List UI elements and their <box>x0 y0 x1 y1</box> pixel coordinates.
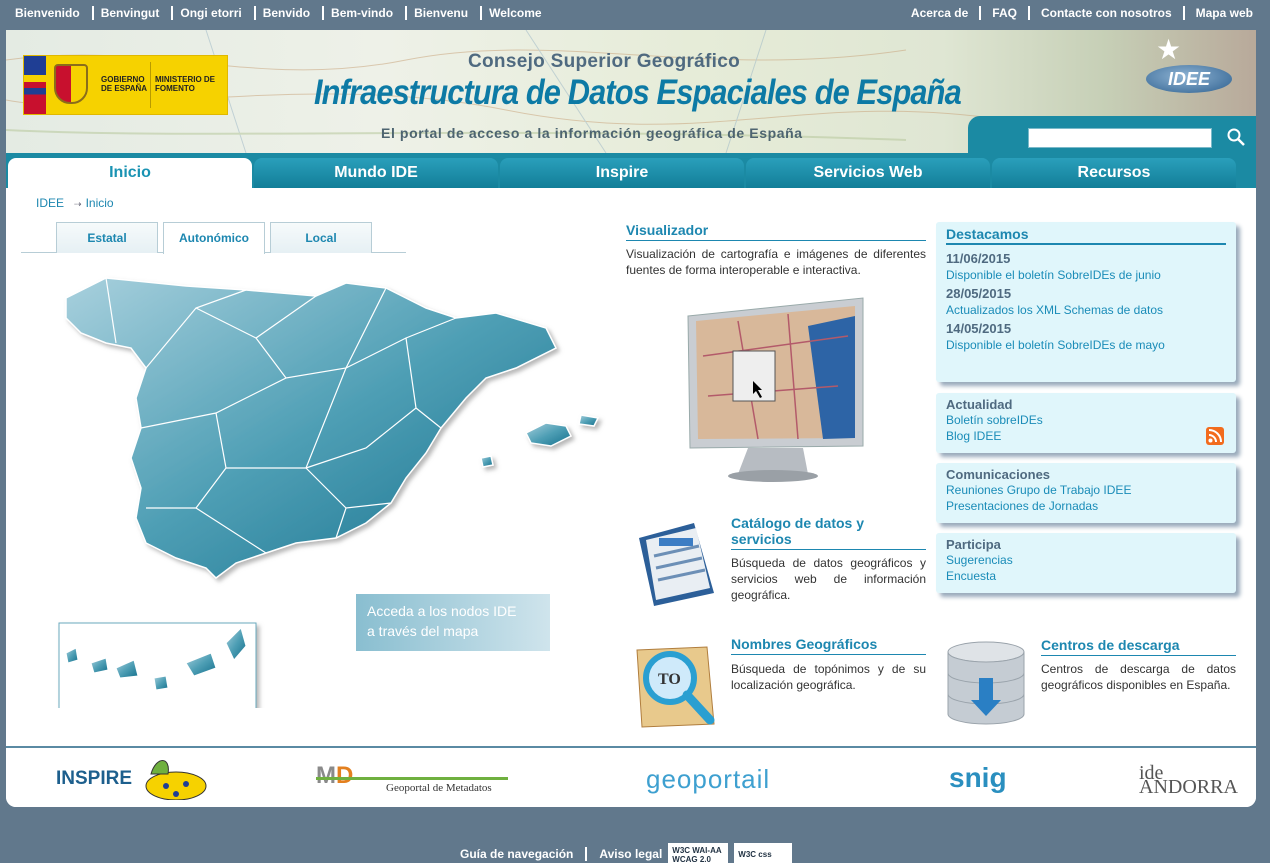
subtab-local[interactable]: Local <box>270 222 372 253</box>
subtab-estatal[interactable]: Estatal <box>56 222 158 253</box>
catalog-folder-icon[interactable] <box>634 518 719 608</box>
canary-islands[interactable] <box>58 622 257 708</box>
news-link-1[interactable]: Disponible el boletín SobreIDEs de junio <box>946 267 1226 283</box>
footer-separator <box>585 847 588 861</box>
menorca-shape[interactable] <box>578 414 600 427</box>
lang-link-ca[interactable]: Benvingut <box>94 6 174 20</box>
tab-recursos[interactable]: Recursos <box>992 158 1236 188</box>
news-link-2[interactable]: Actualizados los XML Schemas de datos <box>946 302 1226 318</box>
council-title: Consejo Superior Geográfico <box>468 51 741 72</box>
about-link[interactable]: Acerca de <box>900 6 982 20</box>
balearic-islands-shape[interactable] <box>524 422 573 447</box>
encuesta-link[interactable]: Encuesta <box>946 568 1226 584</box>
tab-servicios-web[interactable]: Servicios Web <box>746 158 990 188</box>
map-level-tabs: Estatal Autonómico Local <box>21 221 406 254</box>
rss-icon[interactable] <box>1206 427 1224 445</box>
language-links: Bienvenido Benvingut Ongi etorri Benvido… <box>8 6 554 20</box>
ide-nodes-line1: Acceda a los nodos IDE <box>367 603 517 619</box>
destacamos-box: Destacamos 11/06/2015 Disponible el bole… <box>936 222 1236 382</box>
lang-link-eu[interactable]: Ongi etorri <box>173 6 256 20</box>
visualizador-title[interactable]: Visualizador <box>626 222 926 241</box>
ide-andorra-logo[interactable]: ide ANDORRA <box>1139 763 1238 797</box>
catalog-desc: Búsqueda de datos geográficos y servicio… <box>731 556 926 602</box>
svg-text:TO: TO <box>658 671 681 688</box>
boletin-link[interactable]: Boletín sobreIDEs <box>946 412 1226 428</box>
tab-mundo-ide[interactable]: Mundo IDE <box>254 158 498 188</box>
lang-link-gl[interactable]: Benvido <box>256 6 325 20</box>
news-date-3: 14/05/2015 <box>946 321 1012 336</box>
news-link-3[interactable]: Disponible el boletín SobreIDEs de mayo <box>946 337 1226 353</box>
reuniones-link[interactable]: Reuniones Grupo de Trabajo IDEE <box>946 482 1226 498</box>
logo-divider <box>150 62 151 108</box>
subtab-autonomico[interactable]: Autonómico <box>163 222 265 254</box>
centros-title[interactable]: Centros de descarga <box>1041 637 1236 656</box>
download-database-icon[interactable] <box>944 638 1029 730</box>
lang-link-en[interactable]: Welcome <box>482 6 553 20</box>
eu-flag-stripe <box>24 56 46 114</box>
comunicaciones-title: Comunicaciones <box>946 467 1051 482</box>
centros-desc: Centros de descarga de datos geográficos… <box>1041 662 1236 692</box>
sitemap-link[interactable]: Mapa web <box>1185 6 1253 20</box>
presentaciones-link[interactable]: Presentaciones de Jornadas <box>946 498 1226 514</box>
nombres-title[interactable]: Nombres Geográficos <box>731 636 926 655</box>
contact-link[interactable]: Contacte con nosotros <box>1030 6 1185 20</box>
inspire-logo[interactable]: INSPIRE <box>56 768 132 790</box>
ibiza-shape[interactable] <box>480 455 494 468</box>
visualizador-desc: Visualización de cartografía e imágenes … <box>626 247 926 277</box>
legal-notice-link[interactable]: Aviso legal <box>599 847 662 861</box>
header-banner: GOBIERNO DE ESPAÑA MINISTERIO DE FOMENTO… <box>6 30 1256 153</box>
gov-label: GOBIERNO DE ESPAÑA <box>101 75 148 93</box>
geoportail-logo[interactable]: geoportail <box>646 764 770 795</box>
news-date-1: 11/06/2015 <box>946 251 1011 266</box>
visualizador-monitor-image[interactable] <box>678 296 873 486</box>
catalog-title[interactable]: Catálogo de datos y servicios <box>731 515 926 550</box>
actualidad-title: Actualidad <box>946 397 1013 412</box>
participa-box: Participa Sugerencias Encuesta <box>936 533 1236 593</box>
navigation-guide-link[interactable]: Guía de navegación <box>460 847 573 861</box>
ide-nodes-map-button[interactable]: Acceda a los nodos IDE a través del mapa <box>356 594 550 651</box>
star-icon: ★ <box>1156 34 1182 65</box>
w3c-wcag-badge[interactable]: W3C WAI-AA WCAG 2.0 <box>668 843 729 863</box>
blog-link[interactable]: Blog IDEE <box>946 428 1226 444</box>
search-icon[interactable] <box>1226 127 1246 147</box>
breadcrumb-current[interactable]: Inicio <box>86 196 114 210</box>
inspire-emblem-icon[interactable] <box>136 756 208 800</box>
destacamos-title: Destacamos <box>946 226 1226 245</box>
tab-inicio[interactable]: Inicio <box>8 158 252 188</box>
search-input[interactable] <box>1028 128 1212 148</box>
news-date-2: 28/05/2015 <box>946 286 1012 301</box>
lang-link-es[interactable]: Bienvenido <box>8 6 94 20</box>
main-tabs: Inicio Mundo IDE Inspire Servicios Web R… <box>6 153 1256 188</box>
footer-links: Guía de navegación Aviso legal W3C WAI-A… <box>460 843 793 863</box>
ide-nodes-line2: a través del mapa <box>367 623 479 639</box>
utility-links: Acerca de FAQ Contacte con nosotros Mapa… <box>900 6 1253 20</box>
participa-title: Participa <box>946 537 1001 552</box>
site-title: Infraestructura de Datos Espaciales de E… <box>314 73 962 112</box>
actualidad-box: Actualidad Boletín sobreIDEs Blog IDEE <box>936 393 1236 453</box>
ministry-label: MINISTERIO DE FOMENTO <box>155 75 216 93</box>
peninsula-shape[interactable] <box>65 277 558 579</box>
breadcrumb-root[interactable]: IDEE <box>36 196 64 210</box>
breadcrumb-arrow-icon: ⇢ <box>74 199 82 209</box>
metadatos-logo[interactable]: MD Geoportal de Metadatos <box>316 764 508 798</box>
tab-inspire[interactable]: Inspire <box>500 158 744 188</box>
nombres-desc: Búsqueda de topónimos y de su localizaci… <box>731 662 926 692</box>
faq-link[interactable]: FAQ <box>981 6 1030 20</box>
partner-logos-bar: INSPIRE MD Geoportal de Metadatos geopor… <box>6 746 1256 807</box>
comunicaciones-box: Comunicaciones Reuniones Grupo de Trabaj… <box>936 463 1236 523</box>
search-area <box>968 116 1256 153</box>
lang-link-pt[interactable]: Bem-vindo <box>324 6 408 20</box>
w3c-css-badge[interactable]: W3C css <box>734 843 793 863</box>
lang-link-fr[interactable]: Bienvenu <box>407 6 483 20</box>
snig-logo[interactable]: snig <box>949 762 1007 794</box>
idee-logo[interactable]: IDEE <box>1146 65 1232 93</box>
site-subtitle: El portal de acceso a la información geo… <box>381 125 803 141</box>
magnifier-toponym-icon[interactable]: TO <box>632 642 720 730</box>
sugerencias-link[interactable]: Sugerencias <box>946 552 1226 568</box>
page-container: GOBIERNO DE ESPAÑA MINISTERIO DE FOMENTO… <box>6 30 1256 807</box>
gobierno-logo[interactable]: GOBIERNO DE ESPAÑA MINISTERIO DE FOMENTO <box>23 55 228 115</box>
coat-of-arms-icon <box>54 64 88 104</box>
breadcrumb: IDEE ⇢ Inicio <box>36 196 114 210</box>
metadatos-label: Geoportal de Metadatos <box>386 782 492 794</box>
